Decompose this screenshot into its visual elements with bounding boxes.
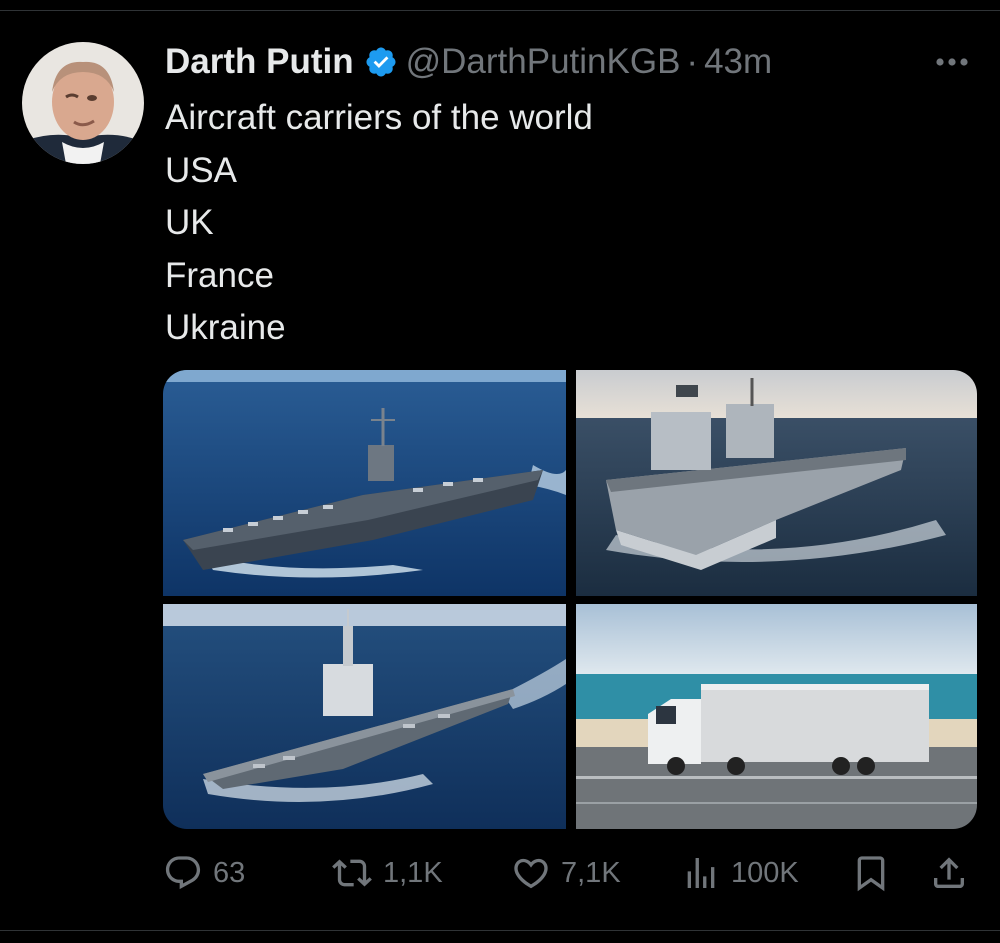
media-grid <box>163 370 977 829</box>
bottom-divider <box>0 930 1000 931</box>
tweet-line: USA <box>165 150 237 190</box>
avatar[interactable] <box>22 42 144 164</box>
avatar-image <box>22 42 144 164</box>
tweet-line: Ukraine <box>165 308 286 347</box>
bookmark-button[interactable] <box>851 848 891 898</box>
repost-count: 1,1K <box>383 856 443 889</box>
more-icon[interactable] <box>930 42 974 82</box>
reply-icon <box>165 856 201 890</box>
author-name[interactable]: Darth Putin <box>165 42 354 82</box>
media-usa-carrier[interactable] <box>163 370 566 596</box>
media-ukraine-truck[interactable] <box>576 604 977 829</box>
repost-icon <box>332 859 372 887</box>
share-button[interactable] <box>929 848 969 898</box>
tweet-line: France <box>165 255 274 295</box>
top-divider <box>0 10 1000 11</box>
separator-dot: · <box>686 42 699 81</box>
views-button[interactable]: 100K <box>681 848 799 898</box>
tweet-line: UK <box>165 203 214 242</box>
like-icon <box>514 858 548 889</box>
reply-count: 63 <box>213 856 246 889</box>
media-france-carrier[interactable] <box>163 604 566 829</box>
action-bar: 63 1,1K 7,1K 100K <box>163 848 977 898</box>
timestamp[interactable]: 43m <box>704 42 772 82</box>
author-handle[interactable]: @DarthPutinKGB <box>406 42 681 82</box>
tweet-line: Aircraft carriers of the world <box>165 98 593 137</box>
media-uk-carrier[interactable] <box>576 370 977 596</box>
like-button[interactable]: 7,1K <box>511 848 621 898</box>
reply-button[interactable]: 63 <box>163 848 245 898</box>
bookmark-icon <box>857 856 885 892</box>
tweet-header: Darth Putin @DarthPutinKGB · 43m <box>165 40 772 84</box>
verified-badge-icon[interactable] <box>364 45 398 79</box>
like-count: 7,1K <box>561 856 621 889</box>
repost-button[interactable]: 1,1K <box>331 848 443 898</box>
tweet-text: Aircraft carriers of the world USA UK Fr… <box>165 92 593 355</box>
share-icon <box>934 857 964 888</box>
views-icon <box>687 858 715 888</box>
views-count: 100K <box>731 856 799 889</box>
